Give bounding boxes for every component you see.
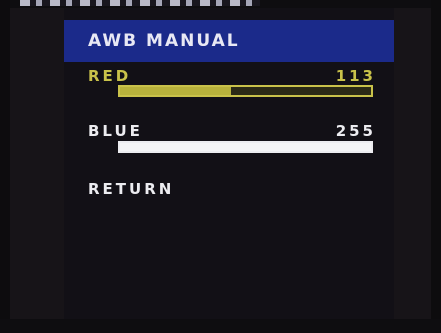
blue-level-bar[interactable] [118, 141, 373, 153]
blue-level-fill [120, 143, 371, 151]
blue-label[interactable]: BLUE [88, 122, 143, 140]
frame-bottom [0, 319, 441, 333]
osd-screen: AWB MANUAL RED 113 BLUE 255 RETURN [0, 0, 441, 333]
frame-left [0, 0, 10, 333]
signal-artifact [20, 0, 260, 6]
menu-title: AWB MANUAL [88, 31, 240, 51]
red-level-fill [120, 87, 232, 95]
red-level-bar[interactable] [118, 85, 373, 97]
osd-menu-panel: AWB MANUAL RED 113 BLUE 255 RETURN [64, 8, 394, 320]
blue-value: 255 [335, 122, 376, 140]
red-label[interactable]: RED [88, 67, 131, 85]
red-value: 113 [335, 67, 376, 85]
frame-right [431, 0, 441, 333]
return-menu-item[interactable]: RETURN [88, 180, 174, 198]
menu-title-bar: AWB MANUAL [64, 20, 394, 62]
